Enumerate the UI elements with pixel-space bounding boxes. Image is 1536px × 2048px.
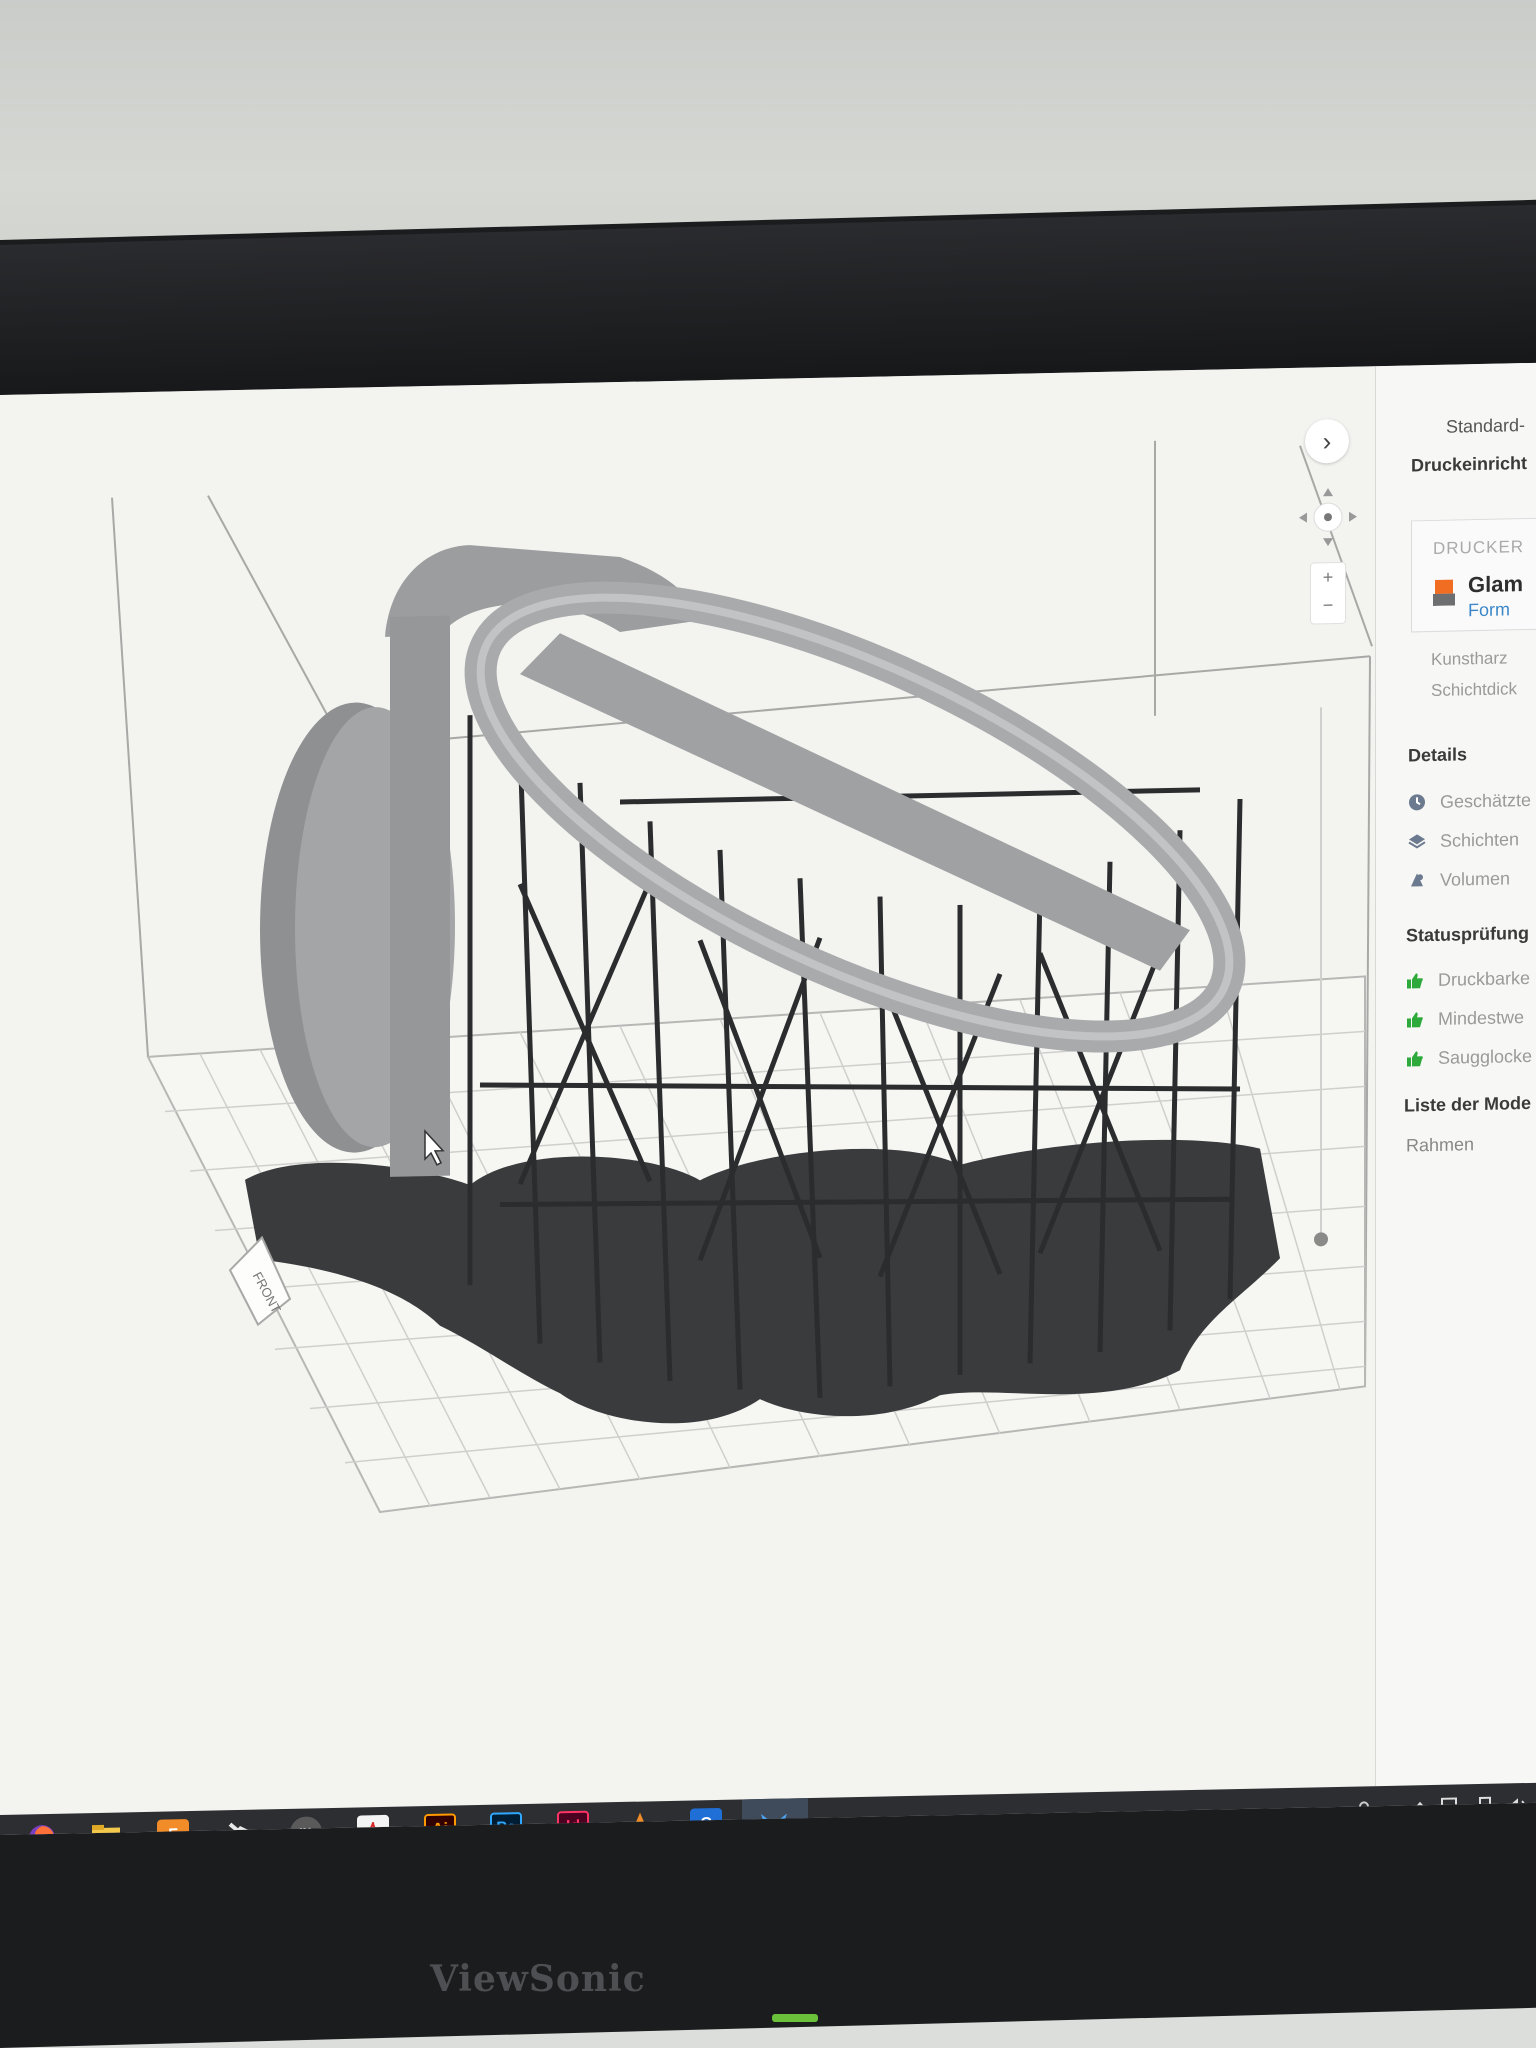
thumbs-up-icon — [1407, 973, 1423, 989]
clock-icon — [1409, 794, 1425, 811]
monitor-brand-logo: ViewSonic — [430, 1958, 646, 2000]
scene-svg: FRONT — [111, 440, 1373, 1514]
navigation-pad-icon — [1299, 488, 1357, 547]
job-title: Standard- — [1446, 415, 1526, 437]
cup-check-label: Saugglocke — [1438, 1045, 1533, 1068]
status-check-item[interactable]: Druckbarke — [1406, 968, 1530, 994]
resin-label: Kunstharz — [1431, 648, 1508, 670]
volume-icon — [1411, 873, 1423, 887]
details-heading: Details — [1408, 744, 1468, 766]
detail-item: Schichten — [1408, 829, 1519, 855]
printer-icon — [1433, 579, 1455, 606]
zoom-controls: + − — [1310, 561, 1346, 625]
3d-viewport[interactable]: FRONT › + − — [0, 366, 1375, 1815]
minimum-value-check-label: Mindestwe — [1438, 1007, 1525, 1029]
thumbs-up-icon — [1407, 1051, 1423, 1067]
layer-slider-track[interactable] — [1320, 707, 1322, 1238]
right-sidebar: Standard- Druckeinricht DRUCKER Glam For… — [1375, 362, 1536, 1787]
status-check-heading: Statusprüfung — [1406, 922, 1529, 946]
chevron-right-icon: › — [1322, 425, 1332, 456]
zoom-out-button[interactable]: − — [1311, 591, 1345, 620]
view-navigation-pad[interactable] — [1293, 481, 1363, 552]
zoom-in-button[interactable]: + — [1311, 563, 1345, 592]
detail-item: Geschätzte — [1408, 790, 1531, 816]
printer-label: DRUCKER — [1433, 537, 1525, 558]
printer-card[interactable]: DRUCKER Glam Form — [1411, 517, 1536, 633]
model-list-heading: Liste der Mode — [1404, 1092, 1532, 1116]
status-check-item[interactable]: Saugglocke — [1406, 1046, 1532, 1072]
thumbs-up-icon — [1407, 1012, 1423, 1028]
layers-icon — [1408, 834, 1426, 849]
printer-model-link[interactable]: Form — [1468, 599, 1510, 621]
layer-thickness-label: Schichtdick — [1431, 679, 1517, 701]
monitor-screen: FRONT › + − Standard- Druckeinricht DRUC… — [0, 362, 1536, 1835]
estimated-time-label: Geschätzte — [1440, 789, 1532, 812]
layers-label: Schichten — [1440, 829, 1520, 851]
detail-item: Volumen — [1408, 868, 1510, 894]
printer-name: Glam — [1468, 571, 1524, 598]
firefox-icon[interactable] — [26, 1822, 58, 1835]
model-list-item[interactable]: Rahmen — [1406, 1134, 1474, 1156]
status-check-item[interactable]: Mindestwe — [1406, 1007, 1524, 1033]
power-led — [772, 2014, 818, 2022]
volume-label: Volumen — [1440, 868, 1511, 890]
print-setup-heading[interactable]: Druckeinricht — [1411, 453, 1527, 476]
printability-check-label: Druckbarke — [1438, 967, 1531, 990]
